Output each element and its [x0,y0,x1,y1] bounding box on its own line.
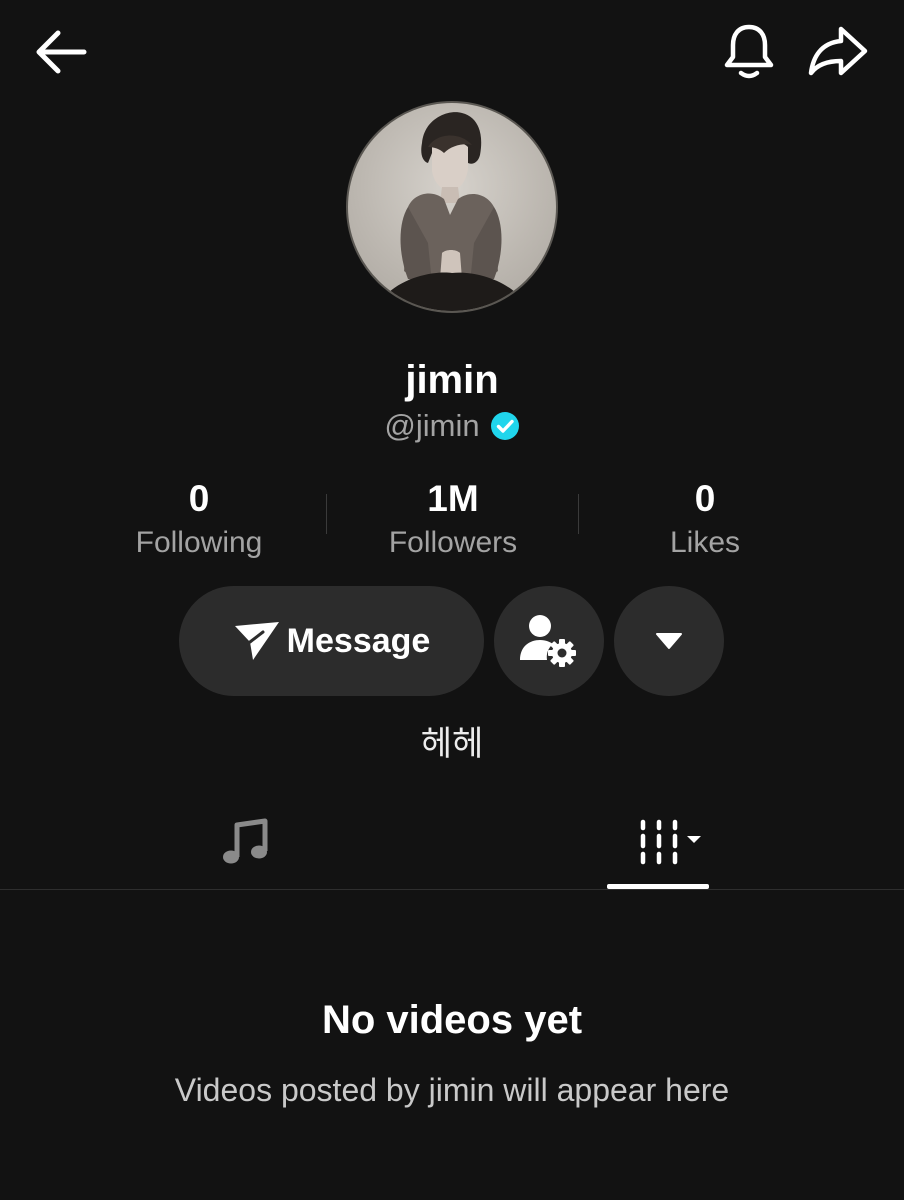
profile-photo [383,112,523,311]
bio: 헤헤 [420,724,484,764]
send-icon [234,622,279,660]
back-button[interactable] [30,22,90,82]
user-settings-icon [520,615,576,667]
profile-settings-button[interactable] [494,586,604,696]
caret-down-icon [656,633,682,649]
empty-state-title: No videos yet [321,998,583,1042]
stat-value: 0 [188,478,210,519]
message-button[interactable]: Message [179,586,484,696]
share-icon [808,26,868,76]
tabs-divider [0,889,904,890]
videos-grid-icon [640,819,701,865]
verified-badge-icon [490,412,519,440]
back-arrow-icon [36,30,87,74]
stat-followers[interactable]: 1M Followers [343,474,563,562]
bell-icon [724,24,774,79]
notifications-button[interactable] [718,20,780,82]
stat-label: Likes [669,526,741,559]
stat-following[interactable]: 0 Following [89,474,309,562]
avatar[interactable] [346,101,558,313]
stat-divider [578,494,579,534]
stat-value: 1M [427,478,479,519]
music-note-icon [223,818,268,864]
stat-label: Following [135,526,263,559]
tab-music[interactable] [196,810,296,874]
stat-likes[interactable]: 0 Likes [595,474,815,562]
stat-value: 0 [694,478,716,519]
username-handle: @jimin [384,408,480,443]
empty-state-subtitle: Videos posted by jimin will appear here [174,1072,730,1108]
display-name: jimin [405,358,499,402]
share-button[interactable] [806,20,870,82]
message-label: Message [286,621,431,660]
tab-videos[interactable] [620,810,710,874]
stat-label: Followers [388,526,518,559]
stat-divider [326,494,327,534]
more-options-button[interactable] [614,586,724,696]
handle-row: @jimin [0,406,904,446]
